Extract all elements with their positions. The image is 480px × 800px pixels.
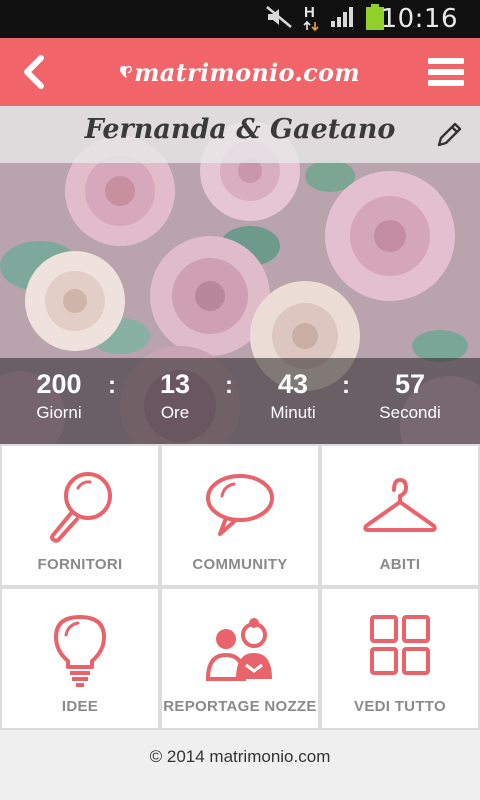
tile-abiti[interactable]: ABITI xyxy=(322,446,478,585)
speech-bubble-icon xyxy=(162,456,318,556)
tile-vedi-tutto[interactable]: VEDI TUTTO xyxy=(322,589,478,728)
hanger-icon xyxy=(322,456,478,556)
countdown-seconds-value: 57 xyxy=(394,369,426,399)
tile-label: REPORTAGE NOZZE xyxy=(163,698,317,715)
countdown-seconds: 57 Secondi xyxy=(355,368,465,426)
magnifier-icon xyxy=(2,456,158,556)
countdown-separator: : xyxy=(108,372,116,399)
tile-reportage-nozze[interactable]: REPORTAGE NOZZE xyxy=(162,589,318,728)
countdown-seconds-label: Secondi xyxy=(379,403,441,422)
countdown-days-value: 200 xyxy=(36,369,82,399)
tile-label: IDEE xyxy=(61,698,99,715)
back-icon xyxy=(24,55,44,89)
app-header: matrimonio.com xyxy=(0,38,480,106)
countdown-minutes: 43 Minuti xyxy=(238,368,348,426)
signal-icon xyxy=(329,5,355,34)
menu-grid: FORNITORI COMMUNITY ABITI IDEE REPORTAGE… xyxy=(0,444,480,730)
network-type-icon: H xyxy=(303,4,319,32)
tile-idee[interactable]: IDEE xyxy=(2,589,158,728)
logo-text: matrimonio.com xyxy=(134,57,360,87)
countdown-minutes-label: Minuti xyxy=(270,403,316,422)
logo[interactable]: matrimonio.com xyxy=(120,44,360,100)
network-type-label: H xyxy=(304,4,315,21)
tile-fornitori[interactable]: FORNITORI xyxy=(2,446,158,585)
footer: © 2014 matrimonio.com xyxy=(0,730,480,800)
edit-button[interactable] xyxy=(430,116,468,154)
heart-logo-icon xyxy=(120,65,132,78)
countdown-days: 200 Giorni xyxy=(4,368,114,426)
countdown-days-label: Giorni xyxy=(36,403,82,422)
tile-community[interactable]: COMMUNITY xyxy=(162,446,318,585)
back-button[interactable] xyxy=(12,50,56,94)
status-time: 10:16 xyxy=(380,4,458,34)
menu-button[interactable] xyxy=(424,50,468,94)
couple-icon xyxy=(162,599,318,699)
tile-label: VEDI TUTTO xyxy=(354,698,446,715)
couple-name: Fernanda & Gaetano xyxy=(84,114,396,145)
countdown-hours: 13 Ore xyxy=(120,368,230,426)
lightbulb-icon xyxy=(2,599,158,699)
status-bar: H 10:16 xyxy=(0,0,480,38)
countdown-separator: : xyxy=(342,372,350,399)
mute-icon xyxy=(265,5,293,34)
copyright-text: © 2014 matrimonio.com xyxy=(149,747,331,766)
countdown-separator: : xyxy=(225,372,233,399)
tile-label: FORNITORI xyxy=(37,556,123,573)
pencil-icon xyxy=(437,122,462,147)
tile-label: COMMUNITY xyxy=(192,556,288,573)
menu-icon xyxy=(428,58,464,86)
countdown-hours-value: 13 xyxy=(159,369,191,399)
countdown: 200 Giorni : 13 Ore : 43 Minuti : 57 Sec… xyxy=(0,358,480,444)
countdown-hours-label: Ore xyxy=(160,403,190,422)
countdown-minutes-value: 43 xyxy=(277,369,309,399)
tile-label: ABITI xyxy=(379,556,421,573)
hero-section: Fernanda & Gaetano 200 Giorni : 13 Ore :… xyxy=(0,106,480,444)
grid-icon xyxy=(322,599,478,699)
status-icons: H xyxy=(265,3,385,34)
couple-bar: Fernanda & Gaetano xyxy=(0,106,480,163)
